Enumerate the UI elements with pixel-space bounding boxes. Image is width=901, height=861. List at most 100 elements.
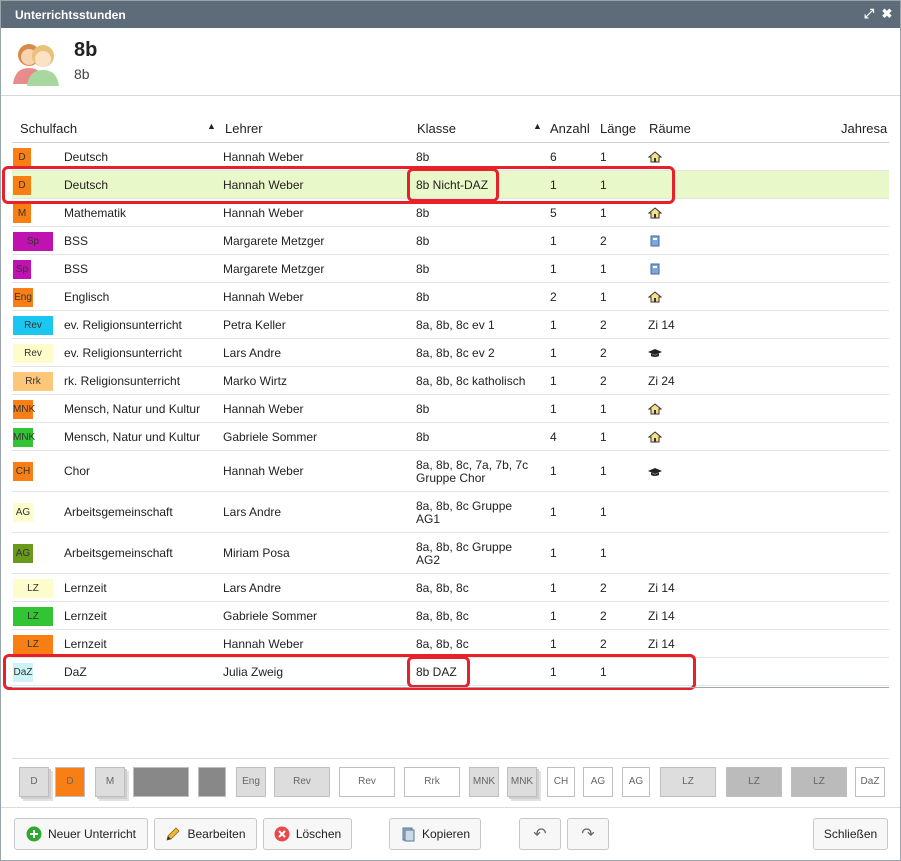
close-icon[interactable]: ✖ — [880, 6, 894, 22]
redo-button[interactable]: ↷ — [567, 818, 609, 850]
subject-color-chip: LZ — [13, 634, 53, 654]
table-row[interactable]: CH Chor Hannah Weber 8a, 8b, 8c, 7a, 7b, 7c… — [12, 451, 889, 492]
subject-name: Lernzeit — [64, 580, 107, 595]
subject-color-chip: Sp — [13, 231, 53, 251]
subject-color-chip: LZ — [13, 578, 53, 598]
palette-lesson-card[interactable]: DaZ — [855, 767, 885, 797]
palette-lesson-card[interactable]: AG — [583, 767, 613, 797]
class-name: 8a, 8b, 8c — [416, 580, 469, 595]
count-value: 1 — [550, 261, 557, 276]
palette-card-label: AG — [628, 776, 644, 787]
length-value: 1 — [600, 464, 607, 478]
table-row[interactable]: Eng Englisch Hannah Weber 8b 2 1 — [12, 283, 889, 311]
table-row[interactable]: D Deutsch Hannah Weber 8b 6 1 — [12, 143, 889, 171]
col-raeume[interactable]: Räume — [649, 121, 691, 136]
length-value: 2 — [600, 373, 607, 388]
subject-color-chip: Sp — [13, 259, 31, 279]
table-row[interactable]: M Mathematik Hannah Weber 8b 5 1 — [12, 199, 889, 227]
sort-asc-icon[interactable]: ▲ — [207, 121, 216, 131]
subject-color-chip: D — [13, 147, 31, 167]
undo-icon: ↶ — [533, 826, 547, 843]
table-row[interactable]: AG Arbeitsgemeinschaft Lars Andre 8a, 8b, 8… — [12, 492, 889, 533]
table-row[interactable]: AG Arbeitsgemeinschaft Miriam Posa 8a, 8b, … — [12, 533, 889, 574]
pencil-icon — [166, 827, 181, 841]
copy-button[interactable]: Kopieren — [389, 818, 481, 850]
title-bar: Unterrichtsstunden ⤢ ✖ — [1, 1, 900, 28]
col-jahresa[interactable]: Jahresa — [841, 121, 887, 136]
teacher-name: Gabriele Sommer — [223, 608, 318, 623]
graduation-cap-icon — [648, 467, 662, 476]
palette-lesson-card[interactable]: Rrk — [404, 767, 460, 797]
palette-lesson-card[interactable]: AG — [622, 767, 650, 797]
subject-color-chip: D — [13, 175, 31, 195]
subject-name: BSS — [64, 233, 89, 248]
palette-lesson-card[interactable]: LZ — [726, 767, 782, 797]
length-value: 2 — [600, 636, 607, 651]
palette-lesson-card[interactable] — [198, 767, 226, 797]
copy-icon — [402, 827, 415, 842]
palette-lesson-card[interactable]: M — [95, 767, 125, 797]
teacher-name: Lars Andre — [223, 345, 282, 360]
table-row[interactable]: Sp BSS Margarete Metzger 8b 1 2 — [12, 227, 889, 255]
table-bottom-border — [12, 687, 889, 688]
class-name: 8b DAZ — [416, 664, 457, 679]
palette-card-label: DaZ — [860, 776, 880, 787]
palette-lesson-card[interactable]: CH — [547, 767, 575, 797]
table-row[interactable]: Rev ev. Religionsunterricht Petra Keller 8a… — [12, 311, 889, 339]
class-name: 8a, 8b, 8c, 7a, 7b, 7c — [416, 457, 529, 472]
table-row[interactable]: LZ Lernzeit Gabriele Sommer 8a, 8b, 8c 1 2 Zi … — [12, 602, 889, 630]
close-button[interactable]: Schließen — [813, 818, 888, 850]
class-name: 8a, 8b, 8c katholisch — [416, 373, 526, 388]
count-value: 1 — [550, 580, 557, 595]
palette-lesson-card[interactable]: D — [19, 767, 49, 797]
subject-color-chip: AG — [13, 503, 33, 522]
count-value: 6 — [550, 149, 557, 164]
delete-button[interactable]: Löschen — [263, 818, 352, 850]
col-anzahl[interactable]: Anzahl — [550, 121, 590, 136]
table-row[interactable]: LZ Lernzeit Hannah Weber 8a, 8b, 8c 1 2 Zi 14 — [12, 630, 889, 658]
teacher-name: Miriam Posa — [223, 546, 290, 560]
table-row[interactable]: Rev ev. Religionsunterricht Lars Andre 8a, … — [12, 339, 889, 367]
col-klasse[interactable]: Klasse — [417, 121, 456, 136]
palette-lesson-card[interactable]: Rev — [339, 767, 395, 797]
table-row[interactable]: Rrk rk. Religionsunterricht Marko Wirtz 8a,… — [12, 367, 889, 395]
palette-lesson-card[interactable]: Eng — [236, 767, 266, 797]
class-name: 8a, 8b, 8c Gruppe — [416, 539, 513, 554]
length-value: 1 — [600, 289, 607, 304]
sort-asc-icon[interactable]: ▲ — [533, 121, 542, 131]
edit-button[interactable]: Bearbeiten — [154, 818, 257, 850]
subject-color-chip: CH — [13, 462, 33, 481]
table-row[interactable]: Sp BSS Margarete Metzger 8b 1 1 — [12, 255, 889, 283]
length-value: 1 — [600, 505, 607, 519]
palette-card-label: D — [30, 776, 38, 787]
count-value: 1 — [550, 233, 557, 248]
maximize-icon[interactable]: ⤢ — [862, 6, 876, 22]
table-row[interactable]: MNK Mensch, Natur und Kultur Hannah Weber 8… — [12, 395, 889, 423]
col-lehrer[interactable]: Lehrer — [225, 121, 263, 136]
teacher-name: Hannah Weber — [223, 401, 304, 416]
subject-color-chip: Eng — [13, 287, 33, 307]
table-row[interactable]: MNK Mensch, Natur und Kultur Gabriele Somm… — [12, 423, 889, 451]
undo-button[interactable]: ↶ — [519, 818, 561, 850]
table-header: Schulfach ▲ Lehrer Klasse ▲ Anzahl Länge… — [12, 113, 889, 143]
palette-lesson-card[interactable]: MNK — [507, 767, 537, 797]
col-laenge[interactable]: Länge — [600, 121, 636, 136]
subject-name: Chor — [64, 464, 91, 478]
palette-lesson-card[interactable]: LZ — [791, 767, 847, 797]
redo-icon: ↷ — [581, 826, 595, 843]
house-icon — [648, 207, 662, 219]
subject-color-chip: LZ — [13, 606, 53, 626]
palette-lesson-card[interactable]: Rev — [274, 767, 330, 797]
col-schulfach[interactable]: Schulfach — [20, 121, 77, 136]
count-value: 1 — [550, 664, 557, 679]
table-row[interactable]: D Deutsch Hannah Weber 8b Nicht-DAZ 1 1 — [12, 171, 889, 199]
palette-lesson-card[interactable]: D — [55, 767, 85, 797]
length-value: 1 — [600, 429, 607, 444]
table-row[interactable]: DaZ DaZ Julia Zweig 8b DAZ 1 1 — [12, 658, 889, 686]
palette-lesson-card[interactable]: LZ — [660, 767, 716, 797]
palette-lesson-card[interactable] — [133, 767, 189, 797]
palette-lesson-card[interactable]: MNK — [469, 767, 499, 797]
table-row[interactable]: LZ Lernzeit Lars Andre 8a, 8b, 8c 1 2 Zi 14 — [12, 574, 889, 602]
new-lesson-button[interactable]: Neuer Unterricht — [14, 818, 148, 850]
subject-name: DaZ — [64, 664, 87, 679]
